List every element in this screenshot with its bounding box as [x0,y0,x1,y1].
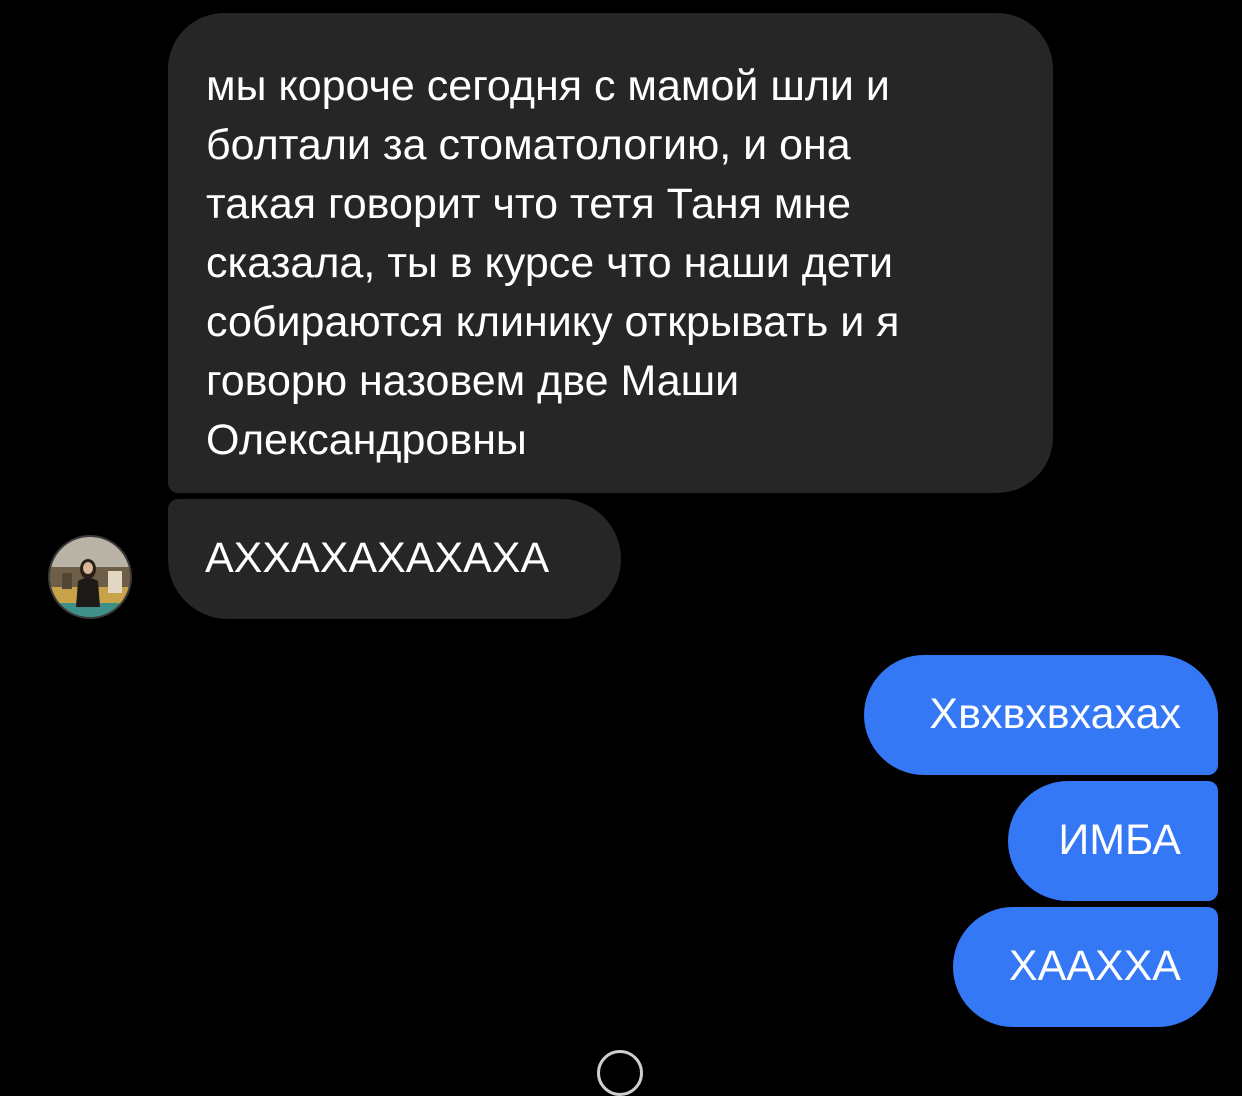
contact-avatar[interactable] [48,535,132,619]
outgoing-message-bubble[interactable]: Хвхвхвхахах [864,655,1218,775]
outgoing-message-bubble[interactable]: ХААХХА [953,907,1218,1027]
incoming-message-bubble[interactable]: мы короче сегодня с мамой шли и болтали … [168,13,1053,493]
incoming-message-bubble[interactable]: АХХАХАХАХАХА [168,499,621,619]
profile-photo-icon [50,537,130,617]
outgoing-message-bubble[interactable]: ИМБА [1008,781,1218,901]
